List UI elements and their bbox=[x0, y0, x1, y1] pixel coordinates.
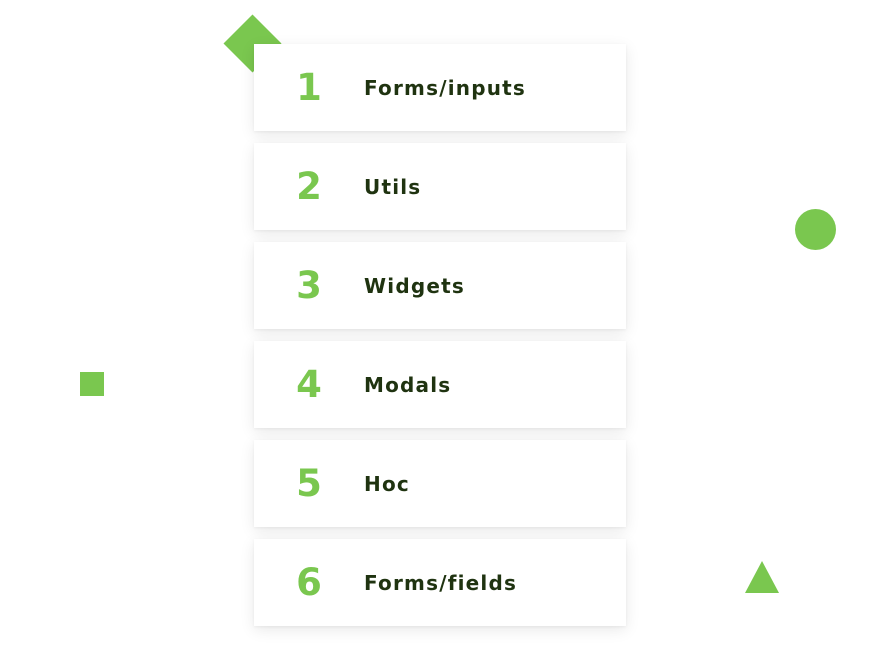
list-item[interactable]: 2 Utils bbox=[254, 143, 626, 230]
square-shape bbox=[80, 372, 104, 396]
item-label: Forms/fields bbox=[364, 570, 518, 595]
list-item[interactable]: 5 Hoc bbox=[254, 440, 626, 527]
triangle-shape bbox=[745, 561, 779, 593]
item-label: Modals bbox=[364, 372, 452, 397]
item-number: 1 bbox=[296, 66, 322, 109]
item-number: 2 bbox=[296, 165, 322, 208]
list-item[interactable]: 3 Widgets bbox=[254, 242, 626, 329]
circle-shape bbox=[795, 209, 836, 250]
item-number: 4 bbox=[296, 363, 322, 406]
item-label: Widgets bbox=[364, 273, 465, 298]
list-item[interactable]: 4 Modals bbox=[254, 341, 626, 428]
list-item[interactable]: 1 Forms/inputs bbox=[254, 44, 626, 131]
item-number: 3 bbox=[296, 264, 322, 307]
numbered-list: 1 Forms/inputs 2 Utils 3 Widgets 4 Modal… bbox=[254, 44, 626, 638]
item-label: Utils bbox=[364, 174, 422, 199]
item-number: 6 bbox=[296, 561, 322, 604]
item-label: Hoc bbox=[364, 471, 410, 496]
item-number: 5 bbox=[296, 462, 322, 505]
list-item[interactable]: 6 Forms/fields bbox=[254, 539, 626, 626]
item-label: Forms/inputs bbox=[364, 75, 527, 100]
